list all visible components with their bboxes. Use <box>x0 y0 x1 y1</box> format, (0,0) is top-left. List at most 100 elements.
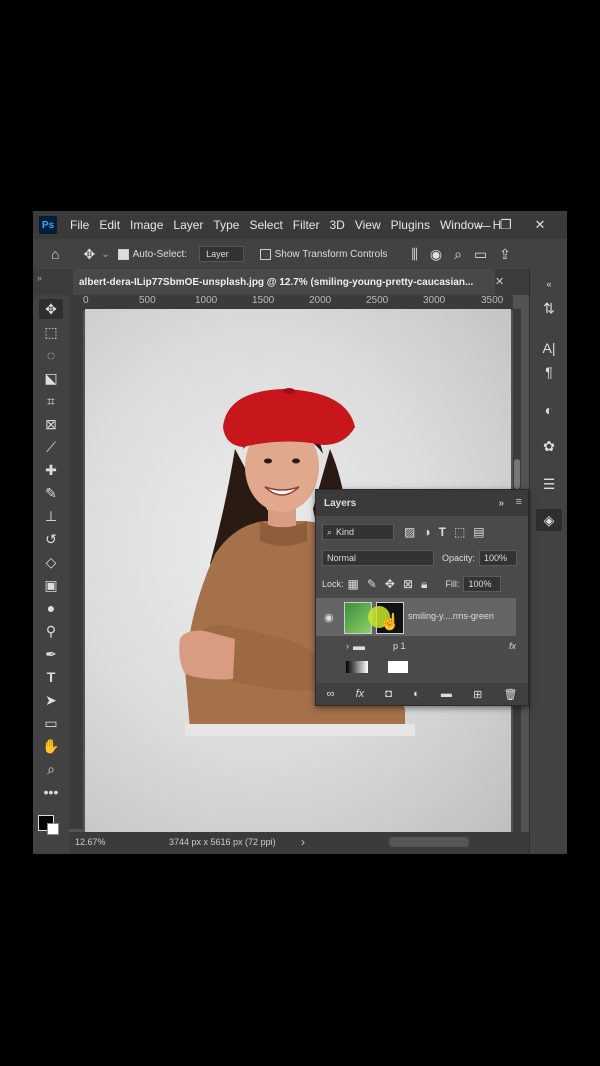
gradient-icon[interactable]: ▣ <box>39 575 63 595</box>
restore-button[interactable]: ❐ <box>495 211 517 239</box>
eyedropper-icon[interactable]: ⟋ <box>39 437 63 457</box>
rectangle-icon[interactable]: ▭ <box>39 713 63 733</box>
stamp-icon[interactable]: ⊥ <box>39 506 63 526</box>
lasso-icon[interactable]: ◌ <box>39 345 63 365</box>
lock-all-icon[interactable]: 🔒︎ <box>421 577 427 592</box>
align-icon[interactable]: ⫼ <box>411 246 417 263</box>
blend-mode-dropdown[interactable]: Normal <box>322 550 434 566</box>
move-icon[interactable]: ✥ <box>83 246 95 263</box>
menu-file[interactable]: File <box>65 218 94 232</box>
menu-edit[interactable]: Edit <box>94 218 125 232</box>
adjustment-icon[interactable]: ◐ <box>413 688 420 700</box>
ps-logo: Ps <box>39 216 57 234</box>
filter-kind-dropdown[interactable]: ⌕ Kind <box>322 524 394 540</box>
search-icon[interactable]: ⌕ <box>454 246 462 263</box>
status-arrow-icon[interactable]: › <box>301 835 305 849</box>
marquee-icon[interactable]: ⬚ <box>39 322 63 342</box>
lock-pixels-icon[interactable]: ▦ <box>348 577 359 591</box>
menu-layer[interactable]: Layer <box>168 218 208 232</box>
group-name[interactable]: p 1 <box>393 641 406 651</box>
workspace-icon[interactable]: ▭ <box>474 246 487 263</box>
close-icon[interactable]: ✕ <box>495 275 504 288</box>
eye-icon[interactable]: ◉ <box>324 611 334 624</box>
menu-type[interactable]: Type <box>208 218 244 232</box>
collapse-icon[interactable]: « <box>536 273 562 295</box>
menu-select[interactable]: Select <box>244 218 287 232</box>
dodge-icon[interactable]: ⚲ <box>39 621 63 641</box>
fill-field[interactable]: 100% <box>463 576 502 592</box>
layers-panel-icon[interactable]: ◈ <box>536 509 562 531</box>
layer-row-selected[interactable]: ◉ ☝ smiling-y....rms-green <box>316 598 516 636</box>
search-icon: ⌕ <box>327 526 333 537</box>
lock-artboard-icon[interactable]: ⊠ <box>403 577 413 591</box>
layer-name[interactable]: smiling-y....rms-green <box>408 611 494 621</box>
chevron-right-icon[interactable]: › <box>346 641 349 651</box>
type-icon[interactable]: T <box>39 667 63 687</box>
trash-icon[interactable]: 🗑︎ <box>503 688 517 701</box>
panel-menu-icon[interactable]: ≡ <box>516 496 522 508</box>
paragraph-panel-icon[interactable]: ¶ <box>536 361 562 383</box>
color-panel-icon[interactable]: ✿ <box>536 435 562 457</box>
character-panel-icon[interactable]: A| <box>536 337 562 359</box>
folder-icon[interactable]: ▬ <box>441 688 452 700</box>
more-icon[interactable]: ••• <box>39 782 63 802</box>
collapse-icon[interactable]: » <box>37 273 42 283</box>
background-color-swatch[interactable] <box>47 823 59 835</box>
user-icon[interactable]: ◉ <box>430 246 442 263</box>
path-select-icon[interactable]: ➤ <box>39 690 63 710</box>
horizontal-scrollbar[interactable] <box>389 837 469 847</box>
adjustment-layer-row[interactable] <box>316 658 528 676</box>
brush-icon[interactable]: ✎ <box>39 483 63 503</box>
filter-pixel-icon[interactable]: ▨ <box>404 525 415 539</box>
layers-title[interactable]: Layers <box>324 498 356 509</box>
properties-icon[interactable]: ☰ <box>536 473 562 495</box>
zoom-icon[interactable]: ⌕ <box>39 759 63 779</box>
lock-paint-icon[interactable]: ✎ <box>367 577 377 591</box>
document-tab[interactable]: albert-dera-ILip77SbmOE-unsplash.jpg @ 1… <box>73 269 495 295</box>
panel-collapse-icon[interactable]: » <box>498 498 504 509</box>
menu-3d[interactable]: 3D <box>324 218 349 232</box>
healing-icon[interactable]: ✚ <box>39 460 63 480</box>
fx-badge[interactable]: fx <box>509 641 516 651</box>
move-tool-icon[interactable]: ✥ <box>39 299 63 319</box>
frame-icon[interactable]: ⊠ <box>39 414 63 434</box>
crop-icon[interactable]: ⌗ <box>39 391 63 411</box>
menu-view[interactable]: View <box>350 218 386 232</box>
zoom-level[interactable]: 12.67% <box>75 837 106 847</box>
menu-image[interactable]: Image <box>125 218 168 232</box>
blur-icon[interactable]: ● <box>39 598 63 618</box>
opacity-field[interactable]: 100% <box>479 550 518 566</box>
filter-shape-icon[interactable]: ⬚ <box>454 525 465 539</box>
group-row[interactable]: › ▬ p 1 fx <box>316 636 528 656</box>
mask-icon[interactable]: ◘ <box>385 688 392 700</box>
document-tab-bar: » albert-dera-ILip77SbmOE-unsplash.jpg @… <box>33 269 567 295</box>
menu-plugins[interactable]: Plugins <box>386 218 435 232</box>
filter-type-icon[interactable]: T <box>439 525 446 539</box>
pen-icon[interactable]: ✒ <box>39 644 63 664</box>
share-icon[interactable]: ⇪ <box>499 246 511 263</box>
ruler-tick: 500 <box>139 295 156 306</box>
ruler-tick: 1500 <box>252 295 275 306</box>
auto-select-dropdown[interactable]: Layer <box>199 246 244 262</box>
link-icon[interactable]: ∞ <box>327 688 335 700</box>
new-layer-icon[interactable]: ⊞ <box>473 688 482 701</box>
object-select-icon[interactable]: ⬕ <box>39 368 63 388</box>
filter-adjustment-icon[interactable]: ◑ <box>423 525 430 539</box>
minimize-button[interactable]: — <box>473 211 495 239</box>
adjustments-icon[interactable]: ◐ <box>536 399 562 421</box>
auto-select-checkbox[interactable] <box>117 248 129 260</box>
scrollbar-thumb[interactable] <box>514 459 520 489</box>
show-transform-checkbox[interactable] <box>259 248 271 260</box>
home-icon[interactable]: ⌂ <box>51 246 59 262</box>
close-button[interactable]: ✕ <box>529 211 551 239</box>
hand-icon[interactable]: ✋ <box>39 736 63 756</box>
fx-icon[interactable]: fx <box>356 688 365 700</box>
chevron-down-icon[interactable]: ⌄ <box>101 249 109 260</box>
menu-filter[interactable]: Filter <box>288 218 325 232</box>
eraser-icon[interactable]: ◇ <box>39 552 63 572</box>
filter-smart-icon[interactable]: ▤ <box>473 525 484 539</box>
lock-position-icon[interactable]: ✥ <box>385 577 395 591</box>
right-panel-dock: « ⇅ A| ¶ ◐ ✿ ☰ ◈ <box>529 269 567 854</box>
history-panel-icon[interactable]: ⇅ <box>536 297 562 319</box>
history-brush-icon[interactable]: ↺ <box>39 529 63 549</box>
